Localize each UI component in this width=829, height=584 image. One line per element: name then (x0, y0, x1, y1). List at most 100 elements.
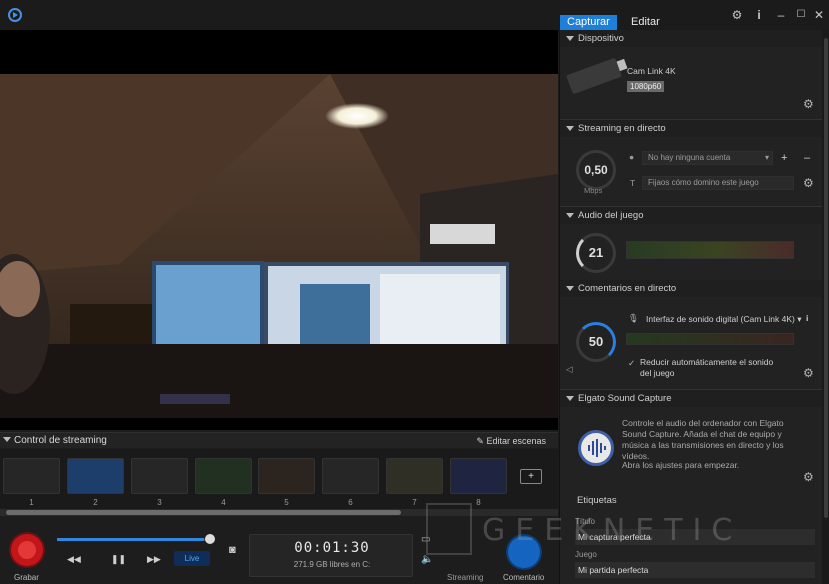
device-mode-badge: 1080p60 (627, 81, 665, 92)
pause-icon[interactable]: ❚❚ (111, 554, 126, 565)
add-account-icon[interactable]: + (781, 152, 787, 164)
section-streaming-title: Streaming en directo (578, 123, 666, 134)
streaming-settings-gear-icon[interactable]: ⚙ (803, 176, 814, 190)
bitrate-value: 0,50 (584, 163, 608, 177)
settings-gear-icon[interactable]: ⚙ (730, 8, 744, 22)
commentary-knob[interactable]: 50 (576, 322, 616, 362)
scene-number: 1 (29, 498, 34, 507)
scene-number: 5 (284, 498, 289, 507)
scene-number: 4 (221, 498, 226, 507)
sound-capture-logo-icon (578, 430, 614, 466)
tag-game-input[interactable]: Mi partida perfecta (575, 562, 815, 578)
section-device-header[interactable]: Dispositivo (560, 30, 822, 47)
sound-capture-hint: Abra los ajustes para empezar. (622, 460, 740, 470)
fast-forward-icon[interactable]: ▶▶ (147, 554, 161, 565)
title-bar: Capturar Editar ⚙ i – ☐ ✕ (0, 0, 829, 30)
streaming-control-title: Control de streaming (14, 435, 107, 446)
sound-capture-description: Controle el audio del ordenador con Elga… (622, 418, 784, 461)
section-game-audio-header[interactable]: Audio del juego (560, 207, 822, 224)
section-game-audio-title: Audio del juego (578, 210, 644, 221)
section-commentary-header[interactable]: Comentarios en directo (560, 280, 822, 297)
remove-account-icon[interactable]: – (804, 152, 810, 164)
mute-icon[interactable]: ◁ (566, 364, 573, 375)
section-device-title: Dispositivo (578, 33, 624, 44)
cam-link-device-image (566, 57, 622, 95)
scene-number: 3 (157, 498, 162, 507)
live-button[interactable]: Live (174, 551, 210, 566)
device-settings-gear-icon[interactable]: ⚙ (803, 97, 814, 111)
sound-capture-settings-gear-icon[interactable]: ⚙ (803, 470, 814, 484)
commentary-label: Comentario (503, 573, 545, 582)
scene-thumbnail-2[interactable] (67, 458, 124, 494)
edit-scenes-label: Editar escenas (486, 436, 546, 446)
scene-thumbnail-3[interactable] (131, 458, 188, 494)
chevron-down-icon: ▾ (764, 153, 769, 162)
commentary-meter (626, 333, 794, 345)
app-window: Capturar Editar ⚙ i – ☐ ✕ Control de str… (0, 0, 829, 584)
scene-thumbnail-8[interactable] (450, 458, 507, 494)
info-icon[interactable]: i (752, 8, 766, 22)
account-user-icon: ● (629, 152, 635, 162)
collapse-caret-icon[interactable] (566, 126, 574, 131)
stream-title-input[interactable]: Fijaos cómo domino este juego (642, 176, 794, 190)
timer-display: 00:01:30 271.9 GB libres en C: (249, 534, 413, 577)
commentary-device-value: Interfaz de sonido digital (Cam Link 4K) (646, 314, 795, 324)
collapse-caret-icon[interactable] (566, 213, 574, 218)
panel-scrollbar[interactable] (822, 30, 829, 584)
record-button[interactable] (11, 534, 43, 566)
elapsed-time: 00:01:30 (294, 540, 370, 556)
record-label: Grabar (14, 573, 39, 582)
collapse-caret-icon[interactable] (566, 396, 574, 401)
scene-strip: 1 2 3 4 5 6 7 8 + (0, 449, 558, 511)
tab-edit[interactable]: Editar (624, 15, 667, 30)
microphone-icon: 🎙 (628, 313, 639, 323)
collapse-caret-icon[interactable] (566, 36, 574, 41)
maximize-icon[interactable]: ☐ (794, 8, 808, 22)
tab-capture[interactable]: Capturar (560, 15, 617, 30)
video-preview[interactable] (0, 30, 558, 430)
edit-scenes-link[interactable]: ✎ Editar escenas (476, 436, 546, 447)
app-logo-icon (8, 8, 22, 22)
account-value: No hay ninguna cuenta (648, 153, 731, 162)
section-streaming-header[interactable]: Streaming en directo (560, 120, 822, 137)
timeline-knob[interactable] (205, 534, 215, 544)
scrollbar-thumb[interactable] (824, 38, 828, 518)
device-name: Cam Link 4K (627, 66, 676, 76)
scene-number: 6 (348, 498, 353, 507)
streaming-label: Streaming (447, 573, 484, 582)
section-sound-capture-title: Elgato Sound Capture (578, 393, 672, 404)
game-audio-knob[interactable]: 21 (576, 233, 616, 273)
rewind-icon[interactable]: ◀◀ (67, 554, 81, 565)
collapse-caret-icon[interactable] (3, 437, 11, 442)
collapse-caret-icon[interactable] (566, 286, 574, 291)
add-scene-button[interactable]: + (520, 469, 542, 484)
scrollbar-thumb[interactable] (6, 510, 401, 515)
commentary-value: 50 (588, 334, 604, 349)
timeline-slider[interactable] (57, 534, 215, 544)
commentary-device-select[interactable]: Interfaz de sonido digital (Cam Link 4K)… (646, 314, 801, 325)
scene-number: 2 (93, 498, 98, 507)
minimize-icon[interactable]: – (774, 8, 788, 22)
watermark-box-icon (426, 503, 472, 555)
screenshot-camera-icon[interactable]: ◙ (229, 544, 236, 556)
streaming-control-header[interactable]: Control de streaming ✎ Editar escenas (0, 432, 558, 448)
commentary-info-icon[interactable]: i (806, 313, 808, 323)
account-dropdown[interactable]: No hay ninguna cuenta ▾ (642, 151, 773, 165)
scene-thumbnail-5[interactable] (258, 458, 315, 494)
speaker-icon[interactable]: 🔈 (421, 554, 433, 565)
scene-thumbnail-7[interactable] (386, 458, 443, 494)
game-audio-meter (626, 241, 794, 259)
bitrate-unit: Mbps (584, 186, 603, 195)
reduce-game-audio-label: Reducir automáticamente el sonido del ju… (640, 357, 774, 378)
section-sound-capture-header[interactable]: Elgato Sound Capture (560, 390, 822, 407)
checkbox-checked-icon[interactable]: ✓ (628, 358, 635, 369)
commentary-settings-gear-icon[interactable]: ⚙ (803, 366, 814, 380)
camera-feed-image (0, 74, 558, 418)
watermark-logo: GEEKNETIC (426, 503, 786, 555)
scene-thumbnail-4[interactable] (195, 458, 252, 494)
scene-thumbnail-1[interactable] (3, 458, 60, 494)
close-icon[interactable]: ✕ (812, 8, 826, 22)
watermark-text: GEEKNETIC (482, 513, 743, 548)
game-audio-value: 21 (588, 245, 604, 260)
scene-thumbnail-6[interactable] (322, 458, 379, 494)
